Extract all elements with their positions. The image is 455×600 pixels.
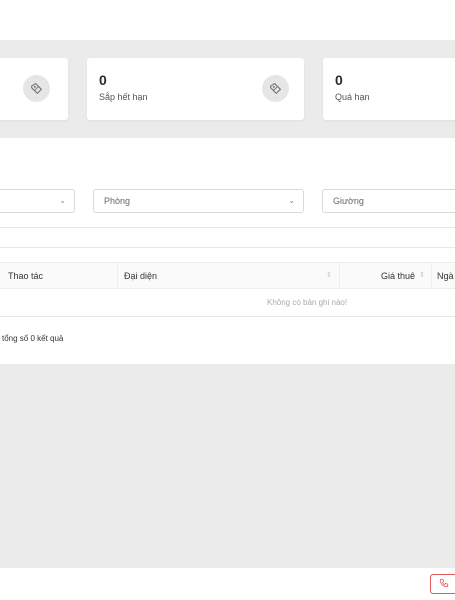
table-header: Thao tác Đại diện ⇕ Giá thuê ⇕ Ngà [0,262,455,290]
divider [0,247,455,248]
filter-select-left[interactable]: ⌄ [0,189,75,213]
col-representative[interactable]: Đại diện [124,271,157,281]
table-panel: ⌄ Phòng ⌄ Giường Thao tác Đại diện ⇕ Giá… [0,138,455,364]
col-date[interactable]: Ngà [437,271,454,281]
phone-icon [439,575,449,593]
top-bar [0,0,455,40]
bed-select-placeholder: Giường [333,196,364,206]
room-select[interactable]: Phòng ⌄ [93,189,304,213]
col-rent-price[interactable]: Giá thuê [381,271,415,281]
divider [0,227,455,228]
room-select-placeholder: Phòng [104,196,131,206]
call-button[interactable] [430,574,455,594]
col-separator [117,263,118,290]
tag-icon [23,75,50,102]
bottom-bar [0,568,455,600]
sort-icon[interactable]: ⇕ [419,271,425,279]
empty-state-text: Không có bản ghi nào! [267,298,348,307]
divider [0,316,455,317]
stat-card-expiring: 0 Sắp hết hạn [87,58,304,120]
total-results-text: tổng số 0 kết quả [2,334,64,343]
sort-icon[interactable]: ⇕ [326,271,332,279]
col-separator [339,263,340,290]
chevron-down-icon: ⌄ [59,196,66,205]
tag-icon [262,75,289,102]
bed-select[interactable]: Giường [322,189,455,213]
stat-value: 0 [335,72,343,88]
col-actions: Thao tác [8,271,44,281]
stat-label: Quá hạn [335,92,370,102]
stat-value: 0 [99,72,107,88]
chevron-down-icon: ⌄ [288,196,295,205]
col-separator [431,263,432,290]
stat-card-active [0,58,68,120]
stat-card-overdue: 0 Quá hạn [323,58,455,120]
stat-label: Sắp hết hạn [99,92,148,102]
